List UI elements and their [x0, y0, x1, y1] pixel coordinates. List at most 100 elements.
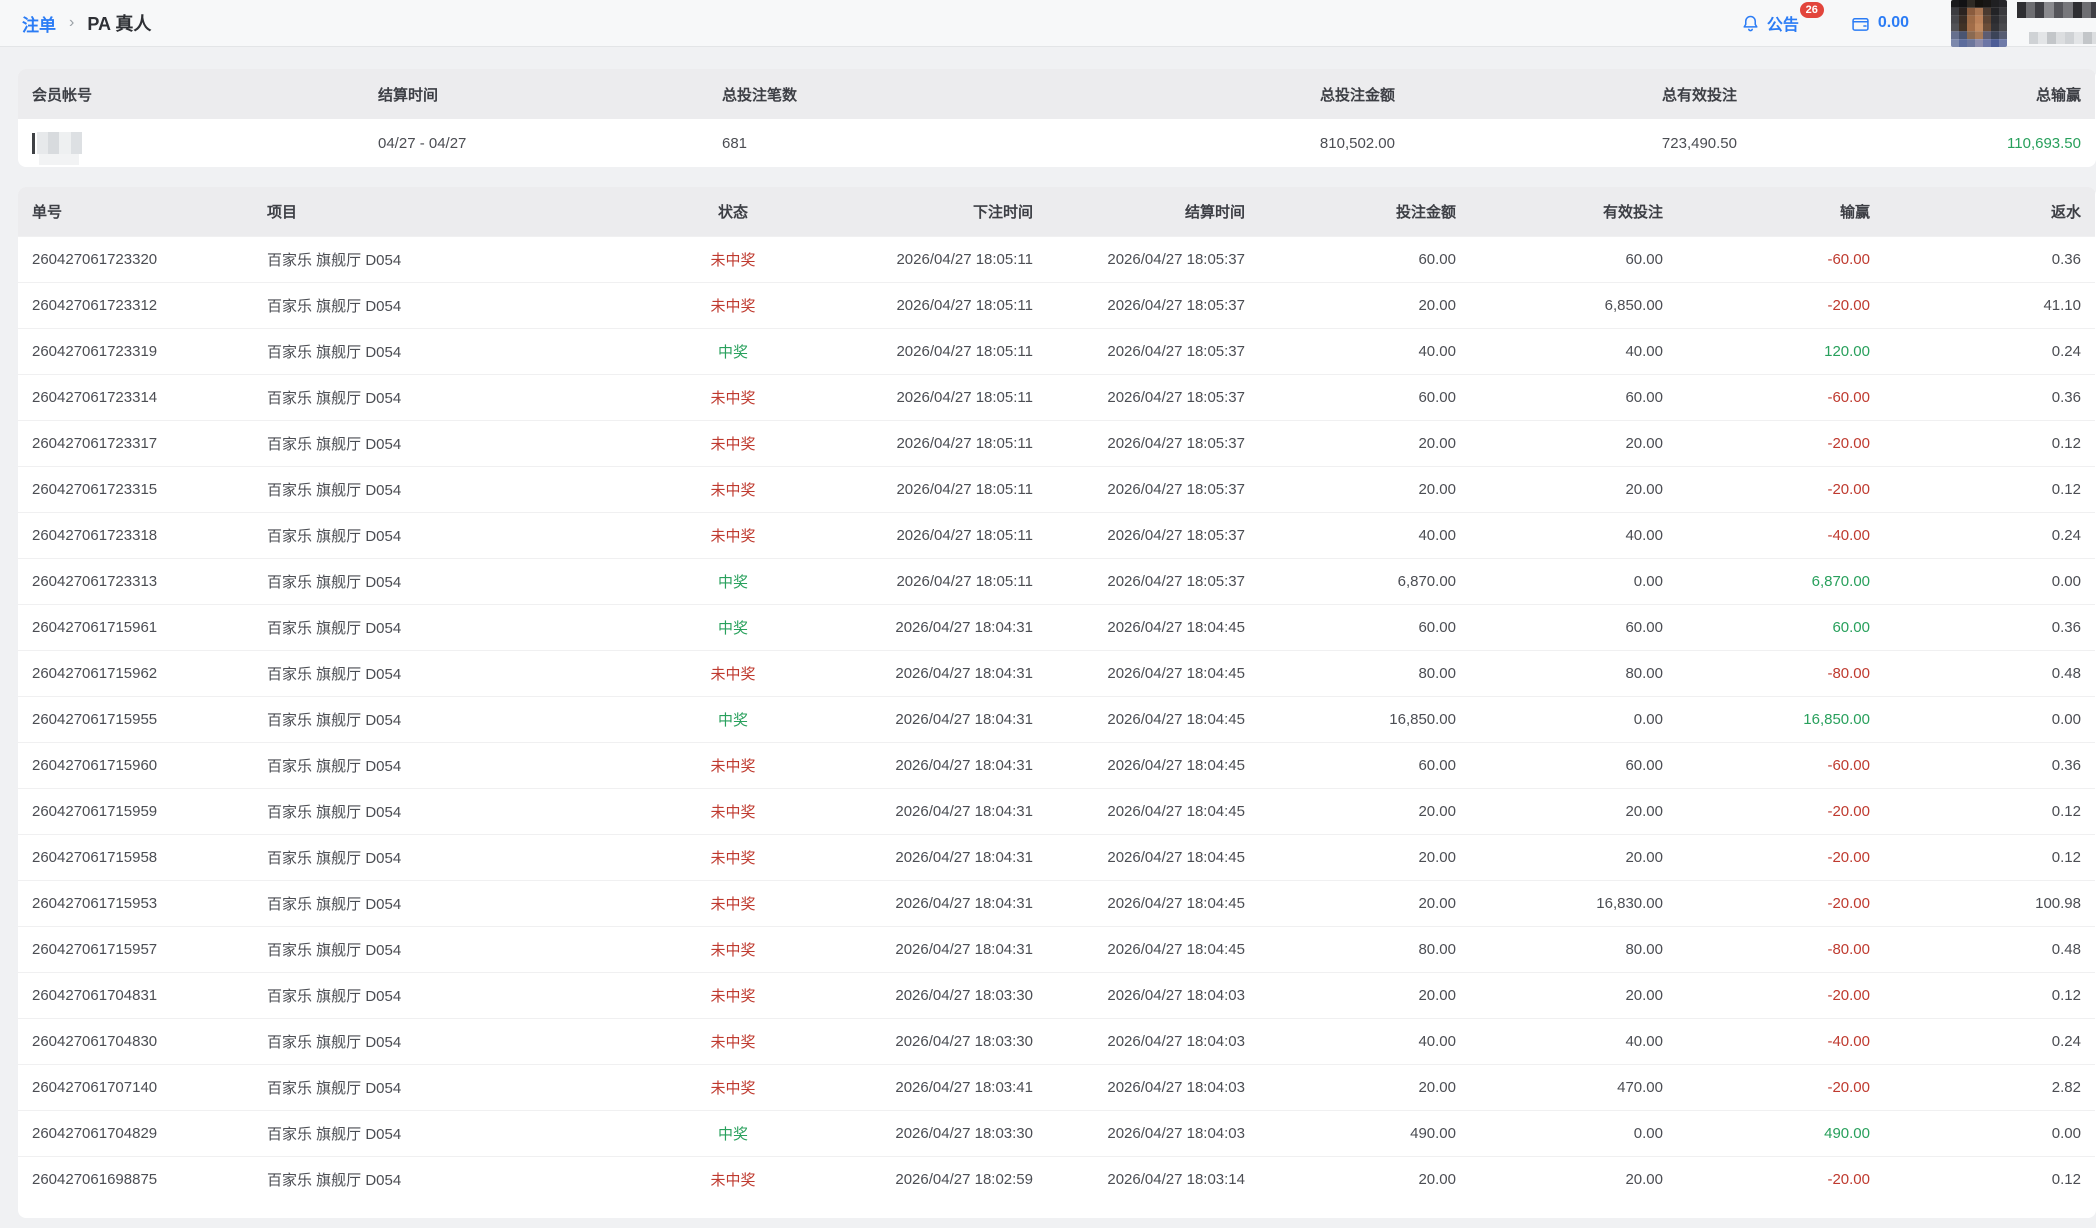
bet-row: 260427061715962 百家乐 旗舰厅 D054 未中奖 2026/04… — [18, 649, 2095, 696]
summary-header-settle-time: 结算时间 — [364, 69, 708, 119]
cell-order-no: 260427061715959 — [18, 787, 253, 834]
cell-order-no: 260427061704831 — [18, 971, 253, 1018]
bet-row: 260427061723318 百家乐 旗舰厅 D054 未中奖 2026/04… — [18, 511, 2095, 558]
cell-settle-time: 2026/04/27 18:05:37 — [1047, 327, 1259, 374]
announcement-label: 公告 — [1766, 17, 1799, 34]
cell-win-loss: -20.00 — [1677, 1155, 1884, 1202]
avatar[interactable] — [1951, 0, 2007, 47]
cell-bet-time: 2026/04/27 18:02:59 — [813, 1155, 1047, 1202]
bet-row: 260427061723314 百家乐 旗舰厅 D054 未中奖 2026/04… — [18, 373, 2095, 420]
bet-row: 260427061723315 百家乐 旗舰厅 D054 未中奖 2026/04… — [18, 465, 2095, 512]
cell-win-loss: -80.00 — [1677, 649, 1884, 696]
cell-item: 百家乐 旗舰厅 D054 — [253, 603, 653, 650]
summary-header-valid-bet: 总有效投注 — [1409, 69, 1751, 119]
cell-status: 中奖 — [653, 603, 813, 650]
cell-bet-amount: 40.00 — [1259, 327, 1470, 374]
cell-rebate: 0.12 — [1884, 833, 2095, 880]
cell-win-loss: 120.00 — [1677, 327, 1884, 374]
bet-row: 260427061715958 百家乐 旗舰厅 D054 未中奖 2026/04… — [18, 833, 2095, 880]
bet-row: 260427061704829 百家乐 旗舰厅 D054 中奖 2026/04/… — [18, 1109, 2095, 1156]
cell-valid-bet: 20.00 — [1470, 419, 1677, 466]
cell-win-loss: 6,870.00 — [1677, 557, 1884, 604]
cell-order-no: 260427061715953 — [18, 879, 253, 926]
cell-valid-bet: 40.00 — [1470, 1017, 1677, 1064]
cell-valid-bet: 40.00 — [1470, 327, 1677, 374]
cell-rebate: 41.10 — [1884, 281, 2095, 328]
cell-item: 百家乐 旗舰厅 D054 — [253, 1155, 653, 1202]
cell-status: 中奖 — [653, 695, 813, 742]
cell-item: 百家乐 旗舰厅 D054 — [253, 741, 653, 788]
cell-status: 未中奖 — [653, 419, 813, 466]
cell-status: 中奖 — [653, 327, 813, 374]
cell-bet-amount: 20.00 — [1259, 465, 1470, 512]
cell-bet-time: 2026/04/27 18:04:31 — [813, 787, 1047, 834]
cell-bet-time: 2026/04/27 18:05:11 — [813, 511, 1047, 558]
cell-rebate: 0.24 — [1884, 327, 2095, 374]
cell-bet-time: 2026/04/27 18:03:30 — [813, 1109, 1047, 1156]
cell-valid-bet: 60.00 — [1470, 235, 1677, 282]
user-menu[interactable] — [1951, 0, 2096, 47]
wallet-icon — [1851, 14, 1870, 33]
cell-rebate: 0.00 — [1884, 1109, 2095, 1156]
cell-order-no: 260427061723317 — [18, 419, 253, 466]
cell-win-loss: -60.00 — [1677, 373, 1884, 420]
cell-rebate: 0.48 — [1884, 649, 2095, 696]
summary-row: 04/27 - 04/27 681 810,502.00 723,490.50 … — [18, 119, 2095, 167]
cell-win-loss: -20.00 — [1677, 281, 1884, 328]
cell-item: 百家乐 旗舰厅 D054 — [253, 925, 653, 972]
cell-bet-amount: 20.00 — [1259, 419, 1470, 466]
cell-win-loss: -40.00 — [1677, 511, 1884, 558]
cell-status: 未中奖 — [653, 281, 813, 328]
cell-item: 百家乐 旗舰厅 D054 — [253, 511, 653, 558]
cell-status: 未中奖 — [653, 1017, 813, 1064]
col-header-bet-amount: 投注金额 — [1259, 187, 1470, 236]
announcement-count-badge: 26 — [1799, 2, 1824, 19]
cell-bet-time: 2026/04/27 18:04:31 — [813, 833, 1047, 880]
breadcrumb-root-link[interactable]: 注单 — [22, 11, 56, 36]
cell-rebate: 0.00 — [1884, 695, 2095, 742]
cell-bet-time: 2026/04/27 18:04:31 — [813, 741, 1047, 788]
cell-rebate: 0.36 — [1884, 741, 2095, 788]
bet-row: 260427061698875 百家乐 旗舰厅 D054 未中奖 2026/04… — [18, 1155, 2095, 1202]
cell-settle-time: 2026/04/27 18:05:37 — [1047, 419, 1259, 466]
cell-settle-time: 2026/04/27 18:04:45 — [1047, 833, 1259, 880]
cell-bet-amount: 20.00 — [1259, 971, 1470, 1018]
cell-order-no: 260427061723313 — [18, 557, 253, 604]
bet-row: 260427061707140 百家乐 旗舰厅 D054 未中奖 2026/04… — [18, 1063, 2095, 1110]
cell-valid-bet: 0.00 — [1470, 695, 1677, 742]
col-header-item: 项目 — [253, 187, 653, 236]
cell-order-no: 260427061704829 — [18, 1109, 253, 1156]
summary-header-account: 会员帐号 — [18, 69, 364, 119]
cell-status: 未中奖 — [653, 971, 813, 1018]
wallet-button[interactable]: 0.00 — [1851, 14, 1909, 33]
cell-settle-time: 2026/04/27 18:05:37 — [1047, 465, 1259, 512]
cell-settle-time: 2026/04/27 18:05:37 — [1047, 511, 1259, 558]
bet-row: 260427061723319 百家乐 旗舰厅 D054 中奖 2026/04/… — [18, 327, 2095, 374]
cell-settle-time: 2026/04/27 18:04:03 — [1047, 971, 1259, 1018]
cell-order-no: 260427061715961 — [18, 603, 253, 650]
cell-item: 百家乐 旗舰厅 D054 — [253, 235, 653, 282]
cell-order-no: 260427061715955 — [18, 695, 253, 742]
cell-order-no: 260427061715960 — [18, 741, 253, 788]
announcement-button[interactable]: 公告 26 — [1741, 2, 1824, 35]
cell-item: 百家乐 旗舰厅 D054 — [253, 465, 653, 512]
cell-item: 百家乐 旗舰厅 D054 — [253, 695, 653, 742]
cell-valid-bet: 20.00 — [1470, 1155, 1677, 1202]
username-blurred — [2017, 0, 2096, 47]
cell-order-no: 260427061698875 — [18, 1155, 253, 1202]
bet-row: 260427061723312 百家乐 旗舰厅 D054 未中奖 2026/04… — [18, 281, 2095, 328]
cell-item: 百家乐 旗舰厅 D054 — [253, 1109, 653, 1156]
cell-settle-time: 2026/04/27 18:05:37 — [1047, 557, 1259, 604]
cell-settle-time: 2026/04/27 18:05:37 — [1047, 373, 1259, 420]
cell-settle-time: 2026/04/27 18:04:03 — [1047, 1063, 1259, 1110]
bets-table-body: 260427061723320 百家乐 旗舰厅 D054 未中奖 2026/04… — [18, 235, 2095, 1202]
cell-bet-amount: 20.00 — [1259, 833, 1470, 880]
cell-item: 百家乐 旗舰厅 D054 — [253, 787, 653, 834]
cell-bet-time: 2026/04/27 18:04:31 — [813, 925, 1047, 972]
cell-settle-time: 2026/04/27 18:05:37 — [1047, 235, 1259, 282]
col-header-status: 状态 — [653, 187, 813, 236]
cell-rebate: 0.12 — [1884, 419, 2095, 466]
username-line1 — [2017, 1, 2096, 18]
cell-bet-amount: 20.00 — [1259, 787, 1470, 834]
cell-valid-bet: 40.00 — [1470, 511, 1677, 558]
